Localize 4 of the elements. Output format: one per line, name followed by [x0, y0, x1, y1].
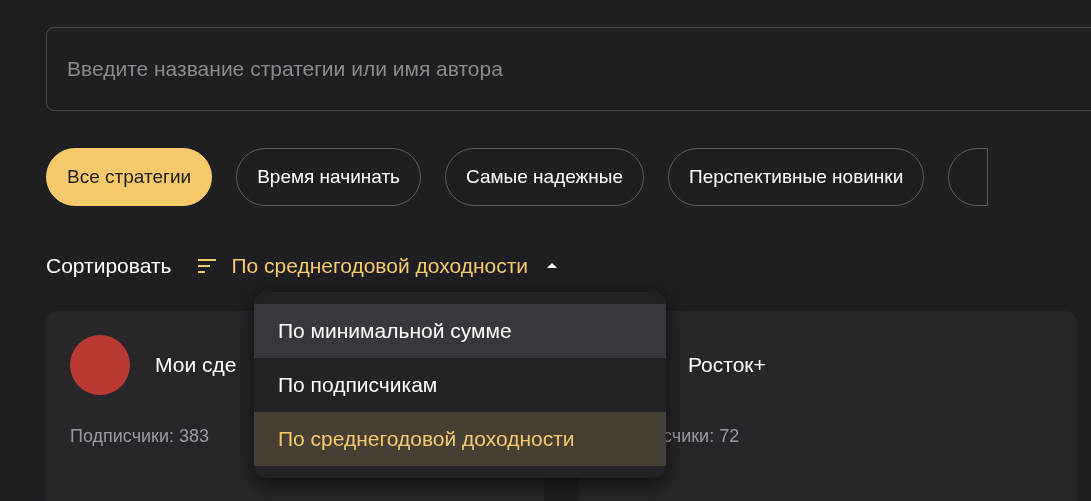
strategy-title: Мои сде [155, 352, 237, 379]
subscribers-count: Подписчики: 383 [70, 426, 210, 446]
sort-label: Сортировать [46, 253, 172, 280]
strategy-title: Росток+ [688, 352, 766, 379]
